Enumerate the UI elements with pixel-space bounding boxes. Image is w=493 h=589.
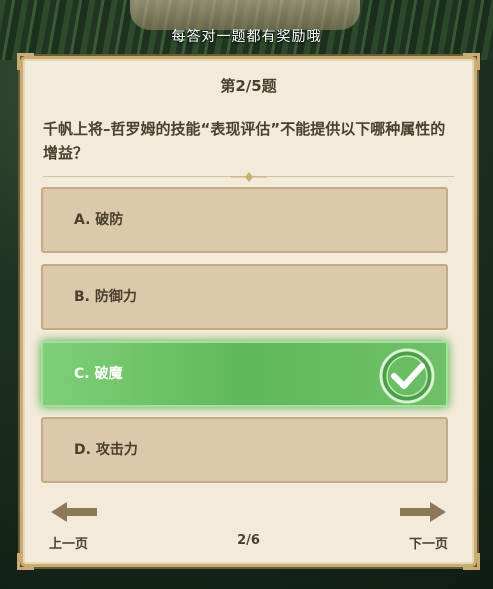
question-text: 千帆上将–哲罗姆的技能“表现评估”不能提供以下哪种属性的增益？ <box>43 120 446 162</box>
question-progress: 第2/5题 <box>220 77 277 95</box>
option-c[interactable]: C. 破魔 <box>41 341 448 407</box>
divider <box>43 171 454 183</box>
option-a[interactable]: A. 破防 <box>41 187 448 253</box>
corner-ornament <box>17 53 34 70</box>
option-label: A. 破防 <box>74 212 124 228</box>
option-b[interactable]: B. 防御力 <box>41 264 448 330</box>
option-label: C. 破魔 <box>74 366 123 382</box>
reward-banner: 每答对一题都有奖励哦 <box>171 29 322 45</box>
option-d[interactable]: D. 攻击力 <box>41 417 448 483</box>
option-label: D. 攻击力 <box>74 442 138 458</box>
check-icon <box>379 348 435 404</box>
quiz-card: 第2/5题 千帆上将–哲罗姆的技能“表现评估”不能提供以下哪种属性的增益？ A.… <box>17 53 480 570</box>
divider-ornament-icon <box>230 172 267 182</box>
left-arrow-icon[interactable] <box>49 499 99 525</box>
page-indicator: 2/6 <box>237 533 260 548</box>
right-arrow-icon[interactable] <box>398 499 448 525</box>
next-page-button[interactable]: 下一页 <box>409 533 448 552</box>
option-label: B. 防御力 <box>74 289 137 305</box>
footer-nav: 上一页 2/6 下一页 <box>23 491 474 561</box>
corner-ornament <box>463 53 480 70</box>
